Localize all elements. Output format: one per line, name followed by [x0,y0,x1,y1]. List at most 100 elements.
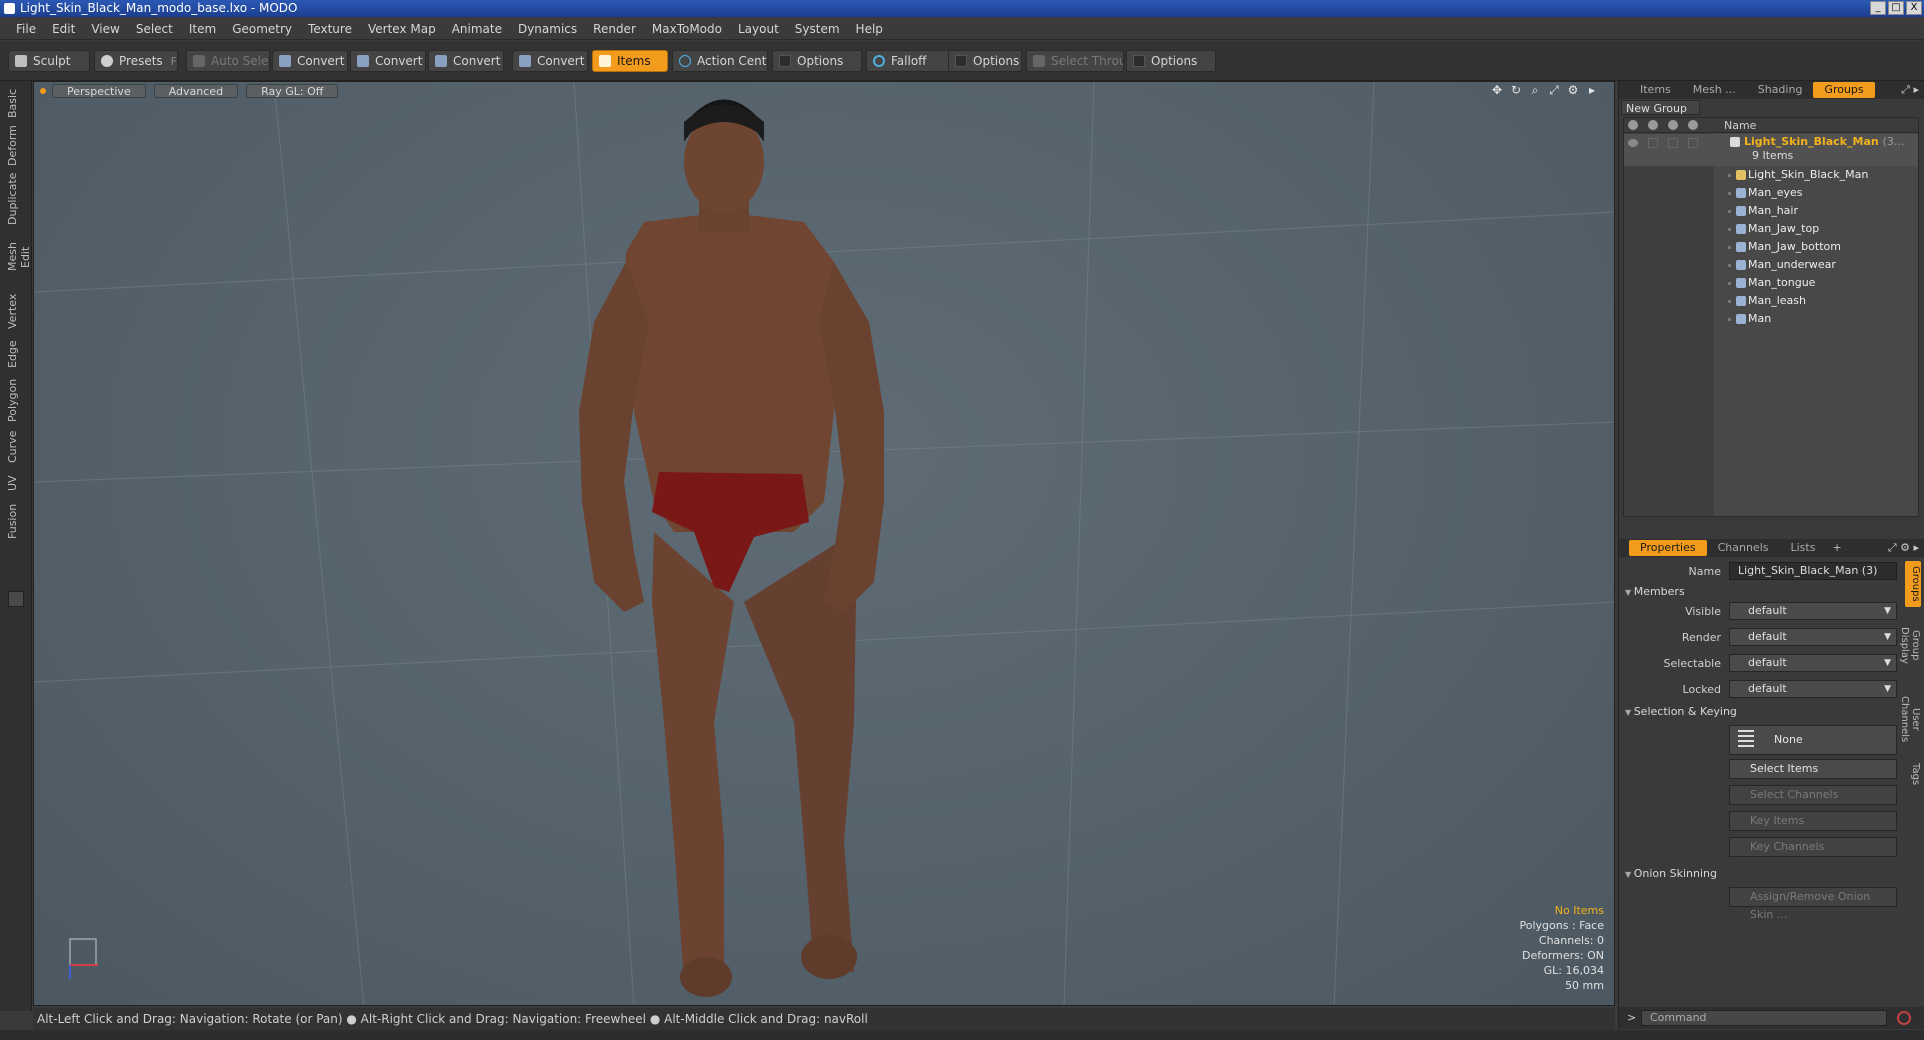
visibility-column-icon[interactable] [1628,120,1638,130]
menu-edit[interactable]: Edit [44,22,83,36]
render-select[interactable]: default ▼ [1729,628,1897,646]
add-tab-button[interactable]: + [1826,540,1847,556]
pan-icon[interactable]: ✥ [1491,84,1503,96]
presets-button[interactable]: PresetsF6 [94,50,178,72]
select-channels-button[interactable]: Select Channels [1729,785,1897,805]
view-raygl-tab[interactable]: Ray GL: Off [246,84,339,98]
tab-items[interactable]: Items [1629,82,1682,98]
list-item[interactable]: Man_leash [1624,292,1918,310]
list-item[interactable]: Man_tongue [1624,274,1918,292]
tab-edge[interactable]: Edge [6,337,24,371]
tab-uv[interactable]: UV [6,471,24,495]
menu-layout[interactable]: Layout [730,22,787,36]
zoom-icon[interactable]: ⌕ [1529,84,1541,96]
group-row[interactable]: Light_Skin_Black_Man (3... 9 Items [1624,134,1918,166]
menu-view[interactable]: View [83,22,127,36]
list-item[interactable]: Light_Skin_Black_Man [1624,166,1918,184]
list-item[interactable]: Man_Jaw_bottom [1624,238,1918,256]
sculpt-button[interactable]: Sculpt [8,50,90,72]
side-tab-user-channels[interactable]: User Channels [1899,683,1921,755]
falloff-button[interactable]: Falloff [866,50,950,72]
key-channels-button[interactable]: Key Channels [1729,837,1897,857]
tab-deform[interactable]: Deform [6,125,24,167]
locked-select[interactable]: default ▼ [1729,680,1897,698]
tab-vertex[interactable]: Vertex [6,291,24,331]
3d-viewport[interactable]: Perspective Advanced Ray GL: Off ✥ ↻ ⌕ ⤢… [33,81,1615,1006]
tab-fusion[interactable]: Fusion [6,501,24,541]
menu-select[interactable]: Select [128,22,181,36]
new-group-button[interactable]: New Group [1621,100,1700,115]
viewport-menu-dot[interactable] [40,88,46,94]
menu-vertex-map[interactable]: Vertex Map [360,22,444,36]
tool-panel-toggle[interactable] [8,591,24,607]
tab-shading[interactable]: Shading [1747,82,1814,98]
list-item[interactable]: Man [1624,310,1918,328]
visible-select[interactable]: default ▼ [1729,602,1897,620]
convert-vertices-button[interactable]: Convert [272,50,348,72]
key-items-button[interactable]: Key Items [1729,811,1897,831]
list-item[interactable]: Man_underwear [1624,256,1918,274]
assign-onion-skin-button[interactable]: Assign/Remove Onion Skin ... [1729,887,1897,921]
members-section[interactable]: Members [1625,585,1685,598]
tab-properties[interactable]: Properties [1629,540,1707,556]
side-tab-groups[interactable]: Groups [1905,561,1921,607]
tab-channels[interactable]: Channels [1707,540,1780,556]
menu-help[interactable]: Help [848,22,891,36]
menu-animate[interactable]: Animate [444,22,510,36]
menu-render[interactable]: Render [585,22,644,36]
tab-basic[interactable]: Basic [6,85,24,121]
tab-groups[interactable]: Groups [1813,82,1875,98]
select-column-icon[interactable] [1668,120,1678,130]
select-items-button[interactable]: Select Items [1729,759,1897,779]
menu-texture[interactable]: Texture [300,22,360,36]
expand-arrow-icon[interactable]: ▸ [1586,84,1598,96]
lock-column-icon[interactable] [1688,120,1698,130]
select-through-button[interactable]: Select Through [1026,50,1124,72]
rotate-icon[interactable]: ↻ [1510,84,1522,96]
list-item[interactable]: Man_Jaw_top [1624,220,1918,238]
tab-mesh-edit[interactable]: Mesh Edit [6,231,32,283]
items-mode-button[interactable]: Items [592,50,668,72]
stop-icon[interactable] [1897,1011,1911,1025]
menu-system[interactable]: System [787,22,848,36]
selectable-select[interactable]: default ▼ [1729,654,1897,672]
tab-polygon[interactable]: Polygon [6,377,24,423]
none-button[interactable]: None [1729,725,1897,755]
tab-lists[interactable]: Lists [1780,540,1827,556]
convert-items-button[interactable]: Convert [512,50,588,72]
eye-icon[interactable] [1628,139,1638,147]
panel-expand-icon[interactable]: ⤢ ⚙ ▸ [1888,541,1919,555]
action-center-button[interactable]: Action Center [672,50,768,72]
select-through-options-button[interactable]: Options [1126,50,1216,72]
lock-toggle[interactable] [1688,138,1698,148]
group-name-field[interactable]: Light_Skin_Black_Man (3) [1729,562,1897,580]
fit-view-icon[interactable]: ⤢ [1548,84,1560,96]
tab-duplicate[interactable]: Duplicate [6,173,24,225]
view-advanced-tab[interactable]: Advanced [153,84,239,98]
tab-mesh[interactable]: Mesh ... [1682,82,1747,98]
render-toggle[interactable] [1648,138,1658,148]
side-tab-group-display[interactable]: Group Display [1899,611,1921,679]
onion-skinning-section[interactable]: Onion Skinning [1625,867,1717,880]
auto-select-button[interactable]: Auto Select [186,50,270,72]
action-center-options-button[interactable]: Options [772,50,862,72]
select-toggle[interactable] [1668,138,1678,148]
command-input[interactable]: Command [1641,1010,1887,1026]
gear-icon[interactable]: ⚙ [1567,84,1579,96]
tab-curve[interactable]: Curve [6,429,24,465]
convert-edges-button[interactable]: Convert [350,50,426,72]
list-item[interactable]: Man_eyes [1624,184,1918,202]
close-button[interactable]: X [1906,1,1922,15]
maximize-button[interactable]: □ [1888,1,1904,15]
convert-polygons-button[interactable]: Convert [428,50,504,72]
menu-geometry[interactable]: Geometry [224,22,300,36]
minimize-button[interactable]: _ [1870,1,1886,15]
menu-dynamics[interactable]: Dynamics [510,22,585,36]
list-item[interactable]: Man_hair [1624,202,1918,220]
menu-item[interactable]: Item [181,22,224,36]
name-column-header[interactable]: Name [1724,119,1756,132]
menu-file[interactable]: File [8,22,44,36]
menu-maxtomodo[interactable]: MaxToModo [644,22,730,36]
side-tab-tags[interactable]: Tags [1905,759,1921,789]
view-perspective-tab[interactable]: Perspective [52,84,146,98]
